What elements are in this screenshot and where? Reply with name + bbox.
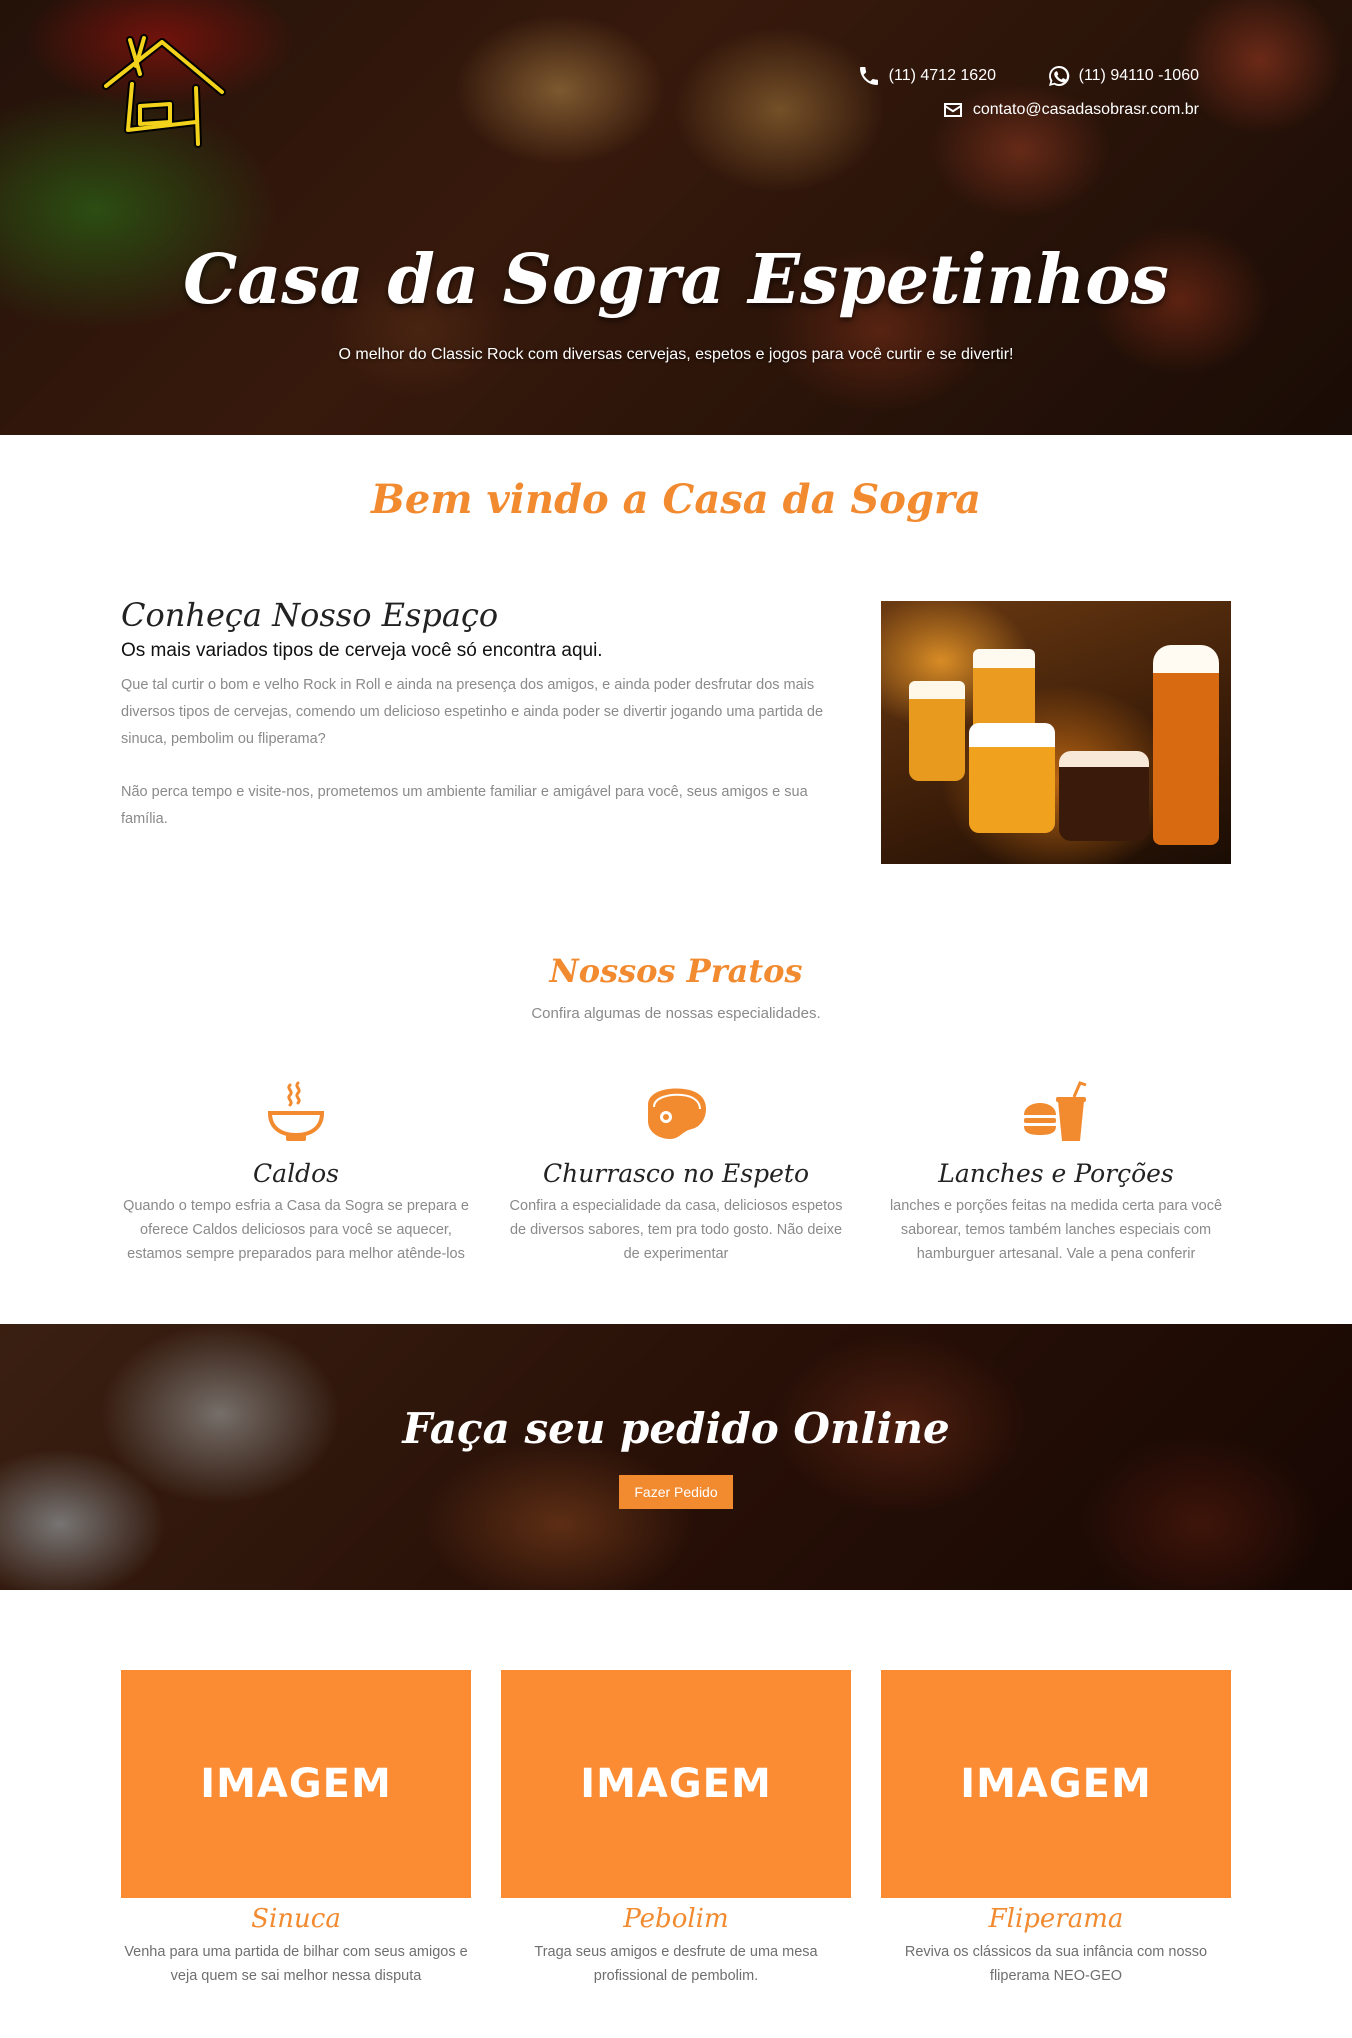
email-text: contato@casadasobrasr.com.br: [972, 101, 1199, 118]
activity-title: Pebolim: [623, 1904, 729, 1934]
image-placeholder: IMAGEM: [121, 1670, 471, 1898]
contact-whatsapp[interactable]: (11) 94110 -1060: [1047, 64, 1199, 88]
steak-icon: [648, 1088, 706, 1139]
contact-phone[interactable]: (11) 4712 1620: [857, 64, 996, 88]
dishes-subtitle: Confira algumas de nossas especialidades…: [531, 1005, 821, 1022]
welcome-title: Bem vindo a Casa da Sogra: [371, 476, 981, 523]
activity-card-pebolim: IMAGEM Pebolim Traga seus amigos e desfr…: [501, 1670, 851, 1988]
image-placeholder: IMAGEM: [501, 1670, 851, 1898]
about-subtitle: Os mais variados tipos de cerveja você s…: [121, 640, 603, 661]
about-paragraph-1: Que tal curtir o bom e velho Rock in Rol…: [121, 677, 824, 747]
dish-title: Caldos: [253, 1159, 339, 1188]
dish-card-caldos: Caldos Quando o tempo esfria a Casa da S…: [121, 1075, 471, 1266]
order-button[interactable]: Fazer Pedido: [619, 1475, 733, 1509]
hero-title: Casa da Sogra Espetinhos: [183, 240, 1169, 320]
order-banner: Faça seu pedido Online Fazer Pedido: [0, 1324, 1352, 1590]
dish-card-lanches: Lanches e Porções lanches e porções feit…: [881, 1075, 1231, 1266]
house-logo-icon[interactable]: [100, 34, 232, 154]
dish-text: Confira a especialidade da casa, delicio…: [509, 1198, 843, 1262]
activity-text: Traga seus amigos e desfrute de uma mesa…: [534, 1944, 818, 1984]
beer-glasses-image: [881, 601, 1231, 864]
image-placeholder: IMAGEM: [881, 1670, 1231, 1898]
phone-text: (11) 4712 1620: [888, 67, 996, 84]
whatsapp-icon: [1048, 65, 1069, 86]
activity-text: Reviva os clássicos da sua infância com …: [904, 1944, 1208, 1984]
hero-banner: (11) 4712 1620 (11) 94110 -1060 contato@…: [0, 0, 1352, 435]
hero-subtitle: O melhor do Classic Rock com diversas ce…: [338, 346, 1014, 363]
whatsapp-text: (11) 94110 -1060: [1078, 67, 1199, 84]
activity-card-sinuca: IMAGEM Sinuca Venha para uma partida de …: [121, 1670, 471, 1988]
activity-text: Venha para uma partida de bilhar com seu…: [124, 1944, 468, 1984]
burger-drink-icon: [1024, 1081, 1087, 1141]
about-section: Conheça Nosso Espaço Os mais variados ti…: [121, 596, 841, 859]
mail-icon: [943, 103, 962, 117]
about-paragraph-2: Não perca tempo e visite-nos, prometemos…: [121, 784, 808, 827]
order-title: Faça seu pedido Online: [402, 1404, 950, 1453]
contact-email[interactable]: contato@casadasobrasr.com.br: [941, 98, 1199, 122]
phone-icon: [859, 67, 878, 85]
dish-title: Lanches e Porções: [938, 1159, 1174, 1188]
activity-title: Sinuca: [251, 1904, 341, 1934]
dish-card-churrasco: Churrasco no Espeto Confira a especialid…: [501, 1075, 851, 1266]
dishes-title: Nossos Pratos: [549, 952, 803, 990]
dish-text: Quando o tempo esfria a Casa da Sogra se…: [123, 1198, 469, 1262]
soup-bowl-icon: [267, 1081, 325, 1141]
activity-title: Fliperama: [988, 1904, 1124, 1934]
dish-text: lanches e porções feitas na medida certa…: [889, 1198, 1223, 1262]
about-title: Conheça Nosso Espaço: [121, 596, 499, 634]
activity-card-fliperama: IMAGEM Fliperama Reviva os clássicos da …: [881, 1670, 1231, 1988]
dish-title: Churrasco no Espeto: [542, 1159, 810, 1188]
